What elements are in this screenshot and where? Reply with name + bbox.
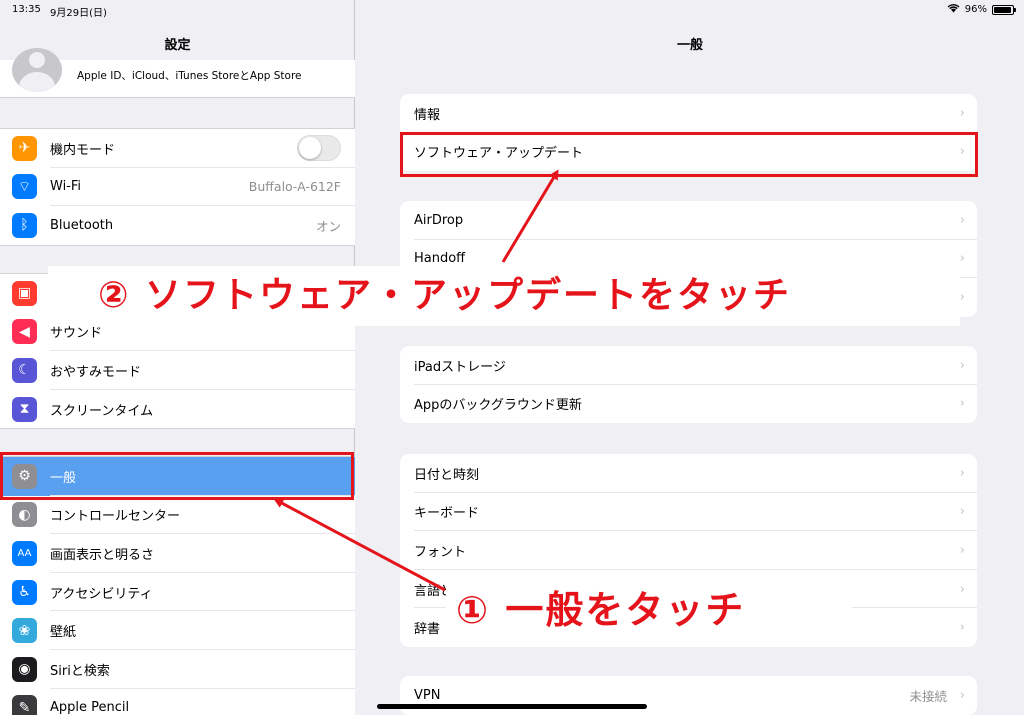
highlight-general — [0, 452, 354, 500]
sidebar-item-label: アクセシビリティ — [50, 586, 153, 602]
settings-screen: 設定 Apple ID、iCloud、iTunes StoreとApp Stor… — [0, 0, 1024, 715]
status-time: 13:35 — [12, 4, 41, 15]
apple-id-row[interactable]: Apple ID、iCloud、iTunes StoreとApp Store — [0, 48, 355, 98]
sidebar-item-label: 壁紙 — [50, 625, 77, 641]
siri-icon: ◉ — [12, 656, 37, 682]
sidebar-item-label: コントロールセンター — [50, 509, 181, 525]
moon-icon: ☾ — [12, 357, 37, 383]
general-item-label: VPN — [414, 687, 441, 703]
sidebar-item-label: Apple Pencil — [50, 700, 130, 715]
sidebar-item[interactable]: ◐ コントロールセンター — [0, 496, 355, 535]
sidebar-item[interactable]: ✎ Apple Pencil — [0, 689, 355, 715]
bluetooth-icon: ᛒ — [12, 212, 37, 238]
airplane-mode-toggle[interactable] — [297, 135, 341, 162]
general-item[interactable]: iPadストレージ › — [400, 346, 977, 385]
general-item-label: 情報 — [414, 107, 441, 123]
sidebar-item-label: 機内モード — [50, 142, 116, 158]
chevron-right-icon: › — [959, 251, 965, 267]
sidebar-item-label: Siriと検索 — [50, 663, 110, 679]
wifi-icon: ⌔ — [12, 174, 37, 200]
chevron-right-icon: › — [959, 620, 965, 636]
chevron-right-icon: › — [959, 212, 965, 228]
status-date: 9月29日(日) — [50, 8, 107, 19]
battery-icon — [992, 4, 1016, 15]
chevron-right-icon: › — [959, 687, 965, 703]
chevron-right-icon: › — [959, 465, 965, 481]
wifi-status-icon — [947, 3, 960, 16]
step1-caption: ① 一般をタッチ — [446, 574, 852, 646]
general-item-value: 未接続 — [909, 688, 947, 704]
chevron-right-icon: › — [959, 581, 965, 597]
pencil-icon: ✎ — [12, 695, 37, 715]
control-center-icon: ◐ — [12, 502, 37, 528]
sidebar-item[interactable]: ◉ Siriと検索 — [0, 650, 355, 689]
general-item-label: フォント — [414, 544, 467, 560]
display-icon: AA — [12, 540, 37, 566]
apple-id-subtitle: Apple ID、iCloud、iTunes StoreとApp Store — [77, 70, 302, 82]
sound-icon: ◀ — [12, 319, 37, 345]
highlight-software-update — [400, 132, 978, 177]
sidebar-item[interactable]: ❀ 壁紙 — [0, 611, 355, 650]
sidebar-item[interactable]: ✈ 機内モード — [0, 129, 355, 168]
general-item-label: Appのバックグラウンド更新 — [414, 398, 582, 414]
chevron-right-icon: › — [959, 542, 965, 558]
chevron-right-icon: › — [959, 396, 965, 412]
general-item[interactable]: 情報 › — [400, 94, 977, 133]
chevron-right-icon: › — [959, 105, 965, 121]
chevron-right-icon: › — [959, 504, 965, 520]
airplane-icon: ✈ — [12, 135, 37, 161]
general-item-label: 辞書 — [414, 622, 441, 638]
general-item-label: 日付と時刻 — [414, 467, 480, 483]
battery-percent: 96% — [964, 4, 987, 15]
general-item[interactable]: フォント › — [400, 531, 977, 570]
settings-sidebar: 設定 Apple ID、iCloud、iTunes StoreとApp Stor… — [0, 0, 355, 715]
accessibility-icon: ♿ — [12, 579, 37, 605]
general-item-label: キーボード — [414, 506, 480, 522]
sidebar-item-value: Buffalo-A-612F — [248, 179, 341, 195]
notifications-icon: ▣ — [12, 280, 37, 306]
general-item-label: Handoff — [414, 251, 466, 267]
sidebar-item-label: 画面表示と明るさ — [50, 547, 155, 563]
avatar — [12, 48, 62, 92]
general-group-storage: iPadストレージ › Appのバックグラウンド更新 › — [400, 346, 977, 424]
general-item[interactable]: AirDrop › — [400, 201, 977, 240]
hourglass-icon: ⧗ — [12, 396, 37, 422]
sidebar-item-label: おやすみモード — [50, 364, 142, 380]
general-item[interactable]: キーボード › — [400, 493, 977, 532]
sidebar-item-label: Wi-Fi — [50, 179, 82, 195]
general-item-label: AirDrop — [414, 212, 464, 228]
sidebar-item[interactable]: ⧗ スクリーンタイム — [0, 390, 355, 429]
sidebar-item[interactable]: ⌔ Wi-Fi Buffalo-A-612F — [0, 168, 355, 207]
sidebar-item[interactable]: ᛒ Bluetooth オン — [0, 206, 355, 245]
sidebar-item-label: スクリーンタイム — [50, 403, 154, 419]
sidebar-title: 設定 — [164, 38, 191, 53]
general-item[interactable]: 日付と時刻 › — [400, 454, 977, 493]
sidebar-item[interactable]: ♿ アクセシビリティ — [0, 573, 355, 612]
detail-title: 一般 — [676, 38, 703, 53]
wallpaper-icon: ❀ — [12, 618, 37, 644]
status-bar: 13:35 9月29日(日) 96% — [0, 0, 1024, 20]
chevron-right-icon: › — [959, 289, 965, 305]
sidebar-item-value: オン — [315, 218, 341, 234]
sidebar-group-connectivity: ✈ 機内モード ⌔ Wi-Fi Buffalo-A-612F ᛒ Bluetooth オン — [0, 128, 355, 246]
general-item[interactable]: Appのバックグラウンド更新 › — [400, 385, 977, 424]
chevron-right-icon: › — [959, 357, 965, 373]
home-indicator[interactable] — [377, 704, 647, 709]
step2-caption: ② ソフトウェア・アップデートをタッチ — [48, 266, 960, 326]
sidebar-item[interactable]: ☾ おやすみモード — [0, 351, 355, 390]
general-item-label: iPadストレージ — [414, 359, 506, 375]
sidebar-item[interactable]: AA 画面表示と明るさ — [0, 534, 355, 573]
sidebar-item-label: Bluetooth — [50, 217, 114, 233]
